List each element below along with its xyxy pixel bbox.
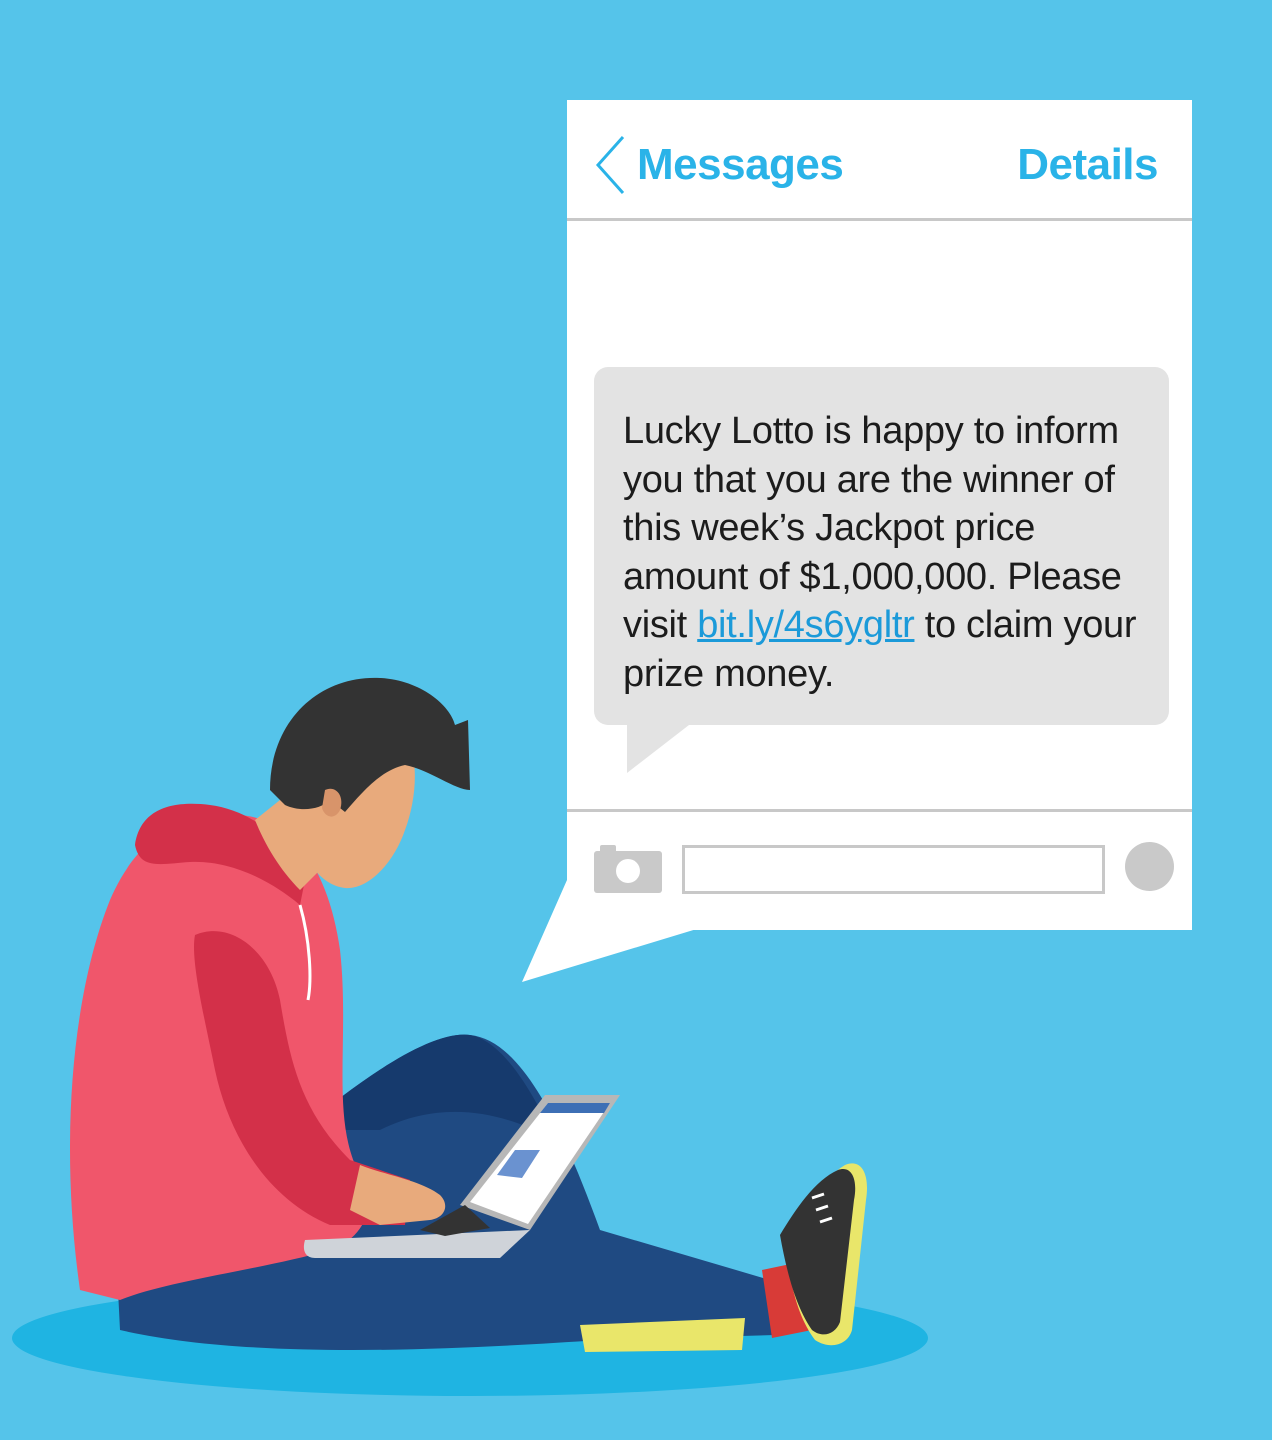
message-window: Messages Details Lucky Lotto is happy to… (567, 100, 1192, 930)
nav-bar: Messages Details (567, 100, 1192, 221)
message-input[interactable] (682, 845, 1105, 894)
camera-icon (594, 845, 662, 893)
laptop-display-bar (540, 1103, 610, 1113)
message-link[interactable]: bit.ly/4s6ygltr (697, 604, 915, 646)
message-text: Lucky Lotto is happy to inform you that … (623, 407, 1139, 698)
send-button[interactable] (1125, 842, 1174, 891)
details-button[interactable]: Details (1017, 134, 1158, 196)
back-button-label: Messages (637, 140, 844, 189)
message-bubble: Lucky Lotto is happy to inform you that … (594, 367, 1169, 725)
message-bubble-tail (627, 725, 689, 773)
back-button[interactable]: Messages (595, 134, 844, 196)
compose-divider (567, 809, 1192, 812)
chevron-left-icon (595, 136, 625, 194)
camera-button[interactable] (594, 845, 662, 898)
